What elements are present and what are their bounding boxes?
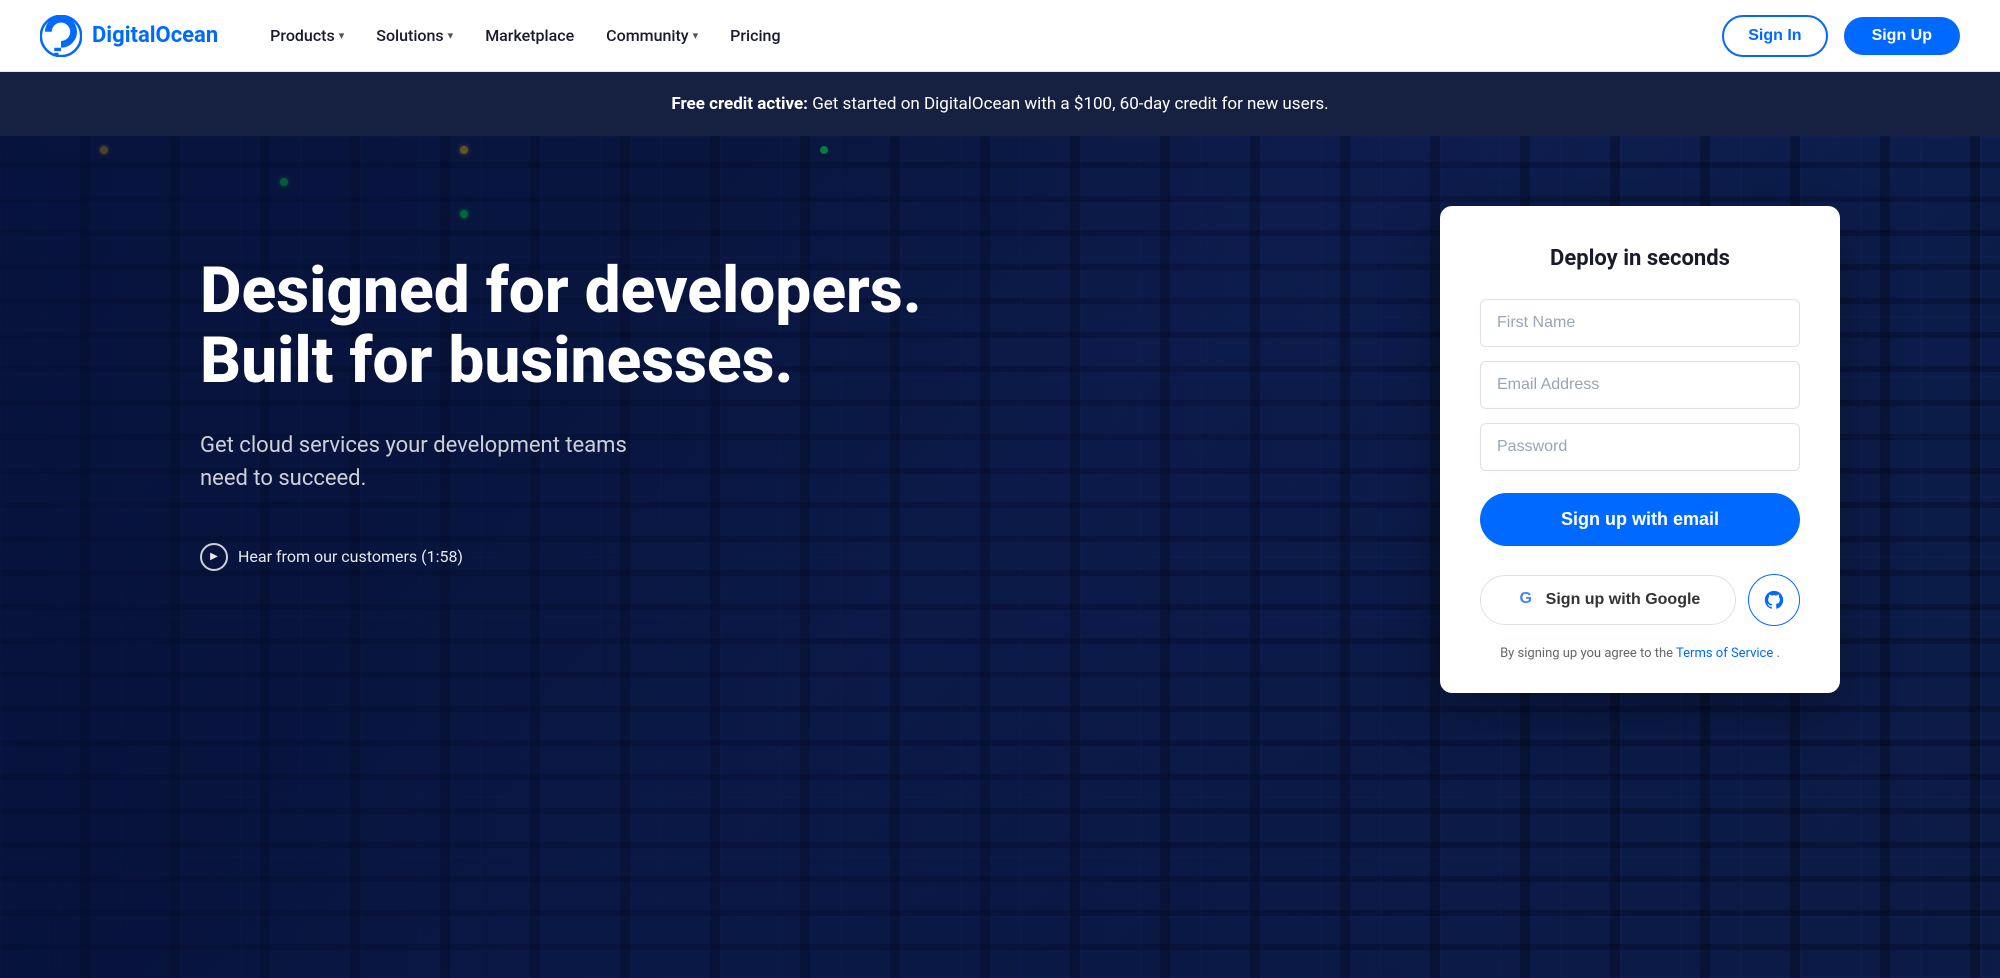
google-signup-button[interactable]: G Sign up with Google: [1480, 575, 1736, 625]
signup-button[interactable]: Sign Up: [1844, 17, 1960, 55]
hero-content: Designed for developers. Built for busin…: [0, 136, 2000, 978]
github-signup-button[interactable]: [1748, 574, 1800, 626]
nav-products-label: Products: [270, 26, 335, 45]
email-signup-button[interactable]: Sign up with email: [1480, 493, 1800, 546]
nav-community-label: Community: [606, 26, 688, 45]
play-icon: ▶: [200, 543, 228, 571]
nav-links: Products ▾ Solutions ▾ Marketplace Commu…: [258, 18, 792, 53]
signin-button[interactable]: Sign In: [1722, 15, 1827, 57]
logo-text: DigitalOcean: [92, 23, 218, 48]
video-link-text: Hear from our customers (1:58): [238, 547, 463, 566]
email-input[interactable]: [1480, 361, 1800, 409]
signup-card: Deploy in seconds Sign up with email G S…: [1440, 206, 1840, 693]
social-buttons: G Sign up with Google: [1480, 574, 1800, 626]
nav-products[interactable]: Products ▾: [258, 18, 356, 53]
hero-heading: Designed for developers. Built for busin…: [200, 256, 1340, 397]
navbar-right: Sign In Sign Up: [1722, 15, 1960, 57]
terms-text: By signing up you agree to the Terms of …: [1480, 646, 1800, 661]
nav-community[interactable]: Community ▾: [594, 18, 710, 53]
password-group: [1480, 423, 1800, 471]
hero-heading-line2: Built for businesses.: [200, 323, 793, 398]
nav-solutions[interactable]: Solutions ▾: [364, 18, 465, 53]
github-icon: [1763, 589, 1785, 611]
hero-section: Free credit active: Get started on Digit…: [0, 0, 2000, 978]
nav-marketplace[interactable]: Marketplace: [473, 18, 586, 53]
nav-marketplace-label: Marketplace: [485, 26, 574, 45]
card-title: Deploy in seconds: [1480, 246, 1800, 271]
first-name-group: [1480, 299, 1800, 347]
navbar-left: DigitalOcean Products ▾ Solutions ▾ Mark…: [40, 15, 793, 57]
nav-solutions-label: Solutions: [376, 26, 443, 45]
navbar: DigitalOcean Products ▾ Solutions ▾ Mark…: [0, 0, 2000, 72]
logo[interactable]: DigitalOcean: [40, 15, 218, 57]
email-group: [1480, 361, 1800, 409]
hero-left: Designed for developers. Built for busin…: [200, 216, 1340, 571]
chevron-down-icon: ▾: [693, 29, 699, 42]
terms-suffix: .: [1776, 646, 1779, 661]
password-input[interactable]: [1480, 423, 1800, 471]
chevron-down-icon: ▾: [339, 29, 345, 42]
chevron-down-icon: ▾: [448, 29, 454, 42]
google-icon: G: [1516, 590, 1536, 610]
terms-link[interactable]: Terms of Service: [1676, 646, 1773, 661]
hero-heading-line1: Designed for developers.: [200, 253, 922, 328]
hero-subtitle: Get cloud services your development team…: [200, 429, 680, 495]
banner-text: Get started on DigitalOcean with a $100,…: [812, 94, 1328, 114]
first-name-input[interactable]: [1480, 299, 1800, 347]
video-link[interactable]: ▶ Hear from our customers (1:58): [200, 543, 1340, 571]
nav-pricing-label: Pricing: [730, 26, 780, 45]
terms-prefix: By signing up you agree to the: [1500, 646, 1676, 661]
nav-pricing[interactable]: Pricing: [718, 18, 792, 53]
google-button-label: Sign up with Google: [1546, 591, 1701, 609]
promo-banner: Free credit active: Get started on Digit…: [0, 72, 2000, 136]
banner-bold: Free credit active:: [671, 94, 808, 114]
